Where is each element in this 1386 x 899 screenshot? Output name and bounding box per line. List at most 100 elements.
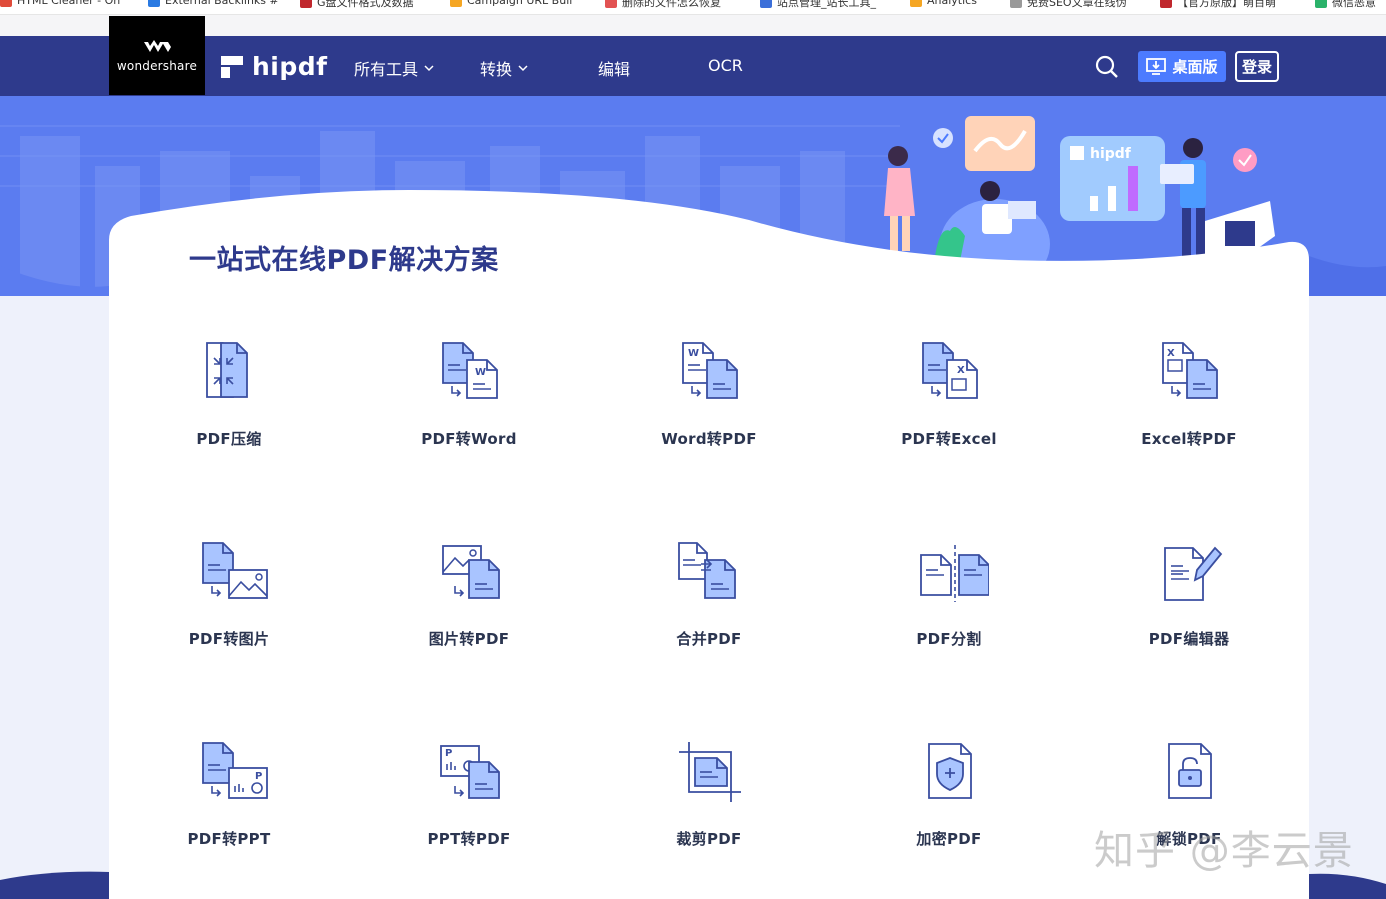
- encrypt-icon: [909, 740, 989, 810]
- tool-card[interactable]: P PDF转PPT: [109, 740, 349, 899]
- chevron-down-icon: [424, 65, 434, 72]
- nav-all-tools-label: 所有工具: [354, 60, 419, 79]
- editor-icon: [1149, 540, 1229, 610]
- nav-edit[interactable]: 编辑: [598, 56, 630, 80]
- bookmark-favicon-icon: [1160, 0, 1172, 8]
- bookmark-item[interactable]: Analytics: [910, 0, 977, 7]
- tool-label: PDF转Excel: [901, 430, 997, 448]
- bottom-wave-right: [1309, 873, 1386, 899]
- wondershare-label: wondershare: [116, 58, 198, 73]
- tool-label: 图片转PDF: [428, 630, 510, 648]
- tool-label: 加密PDF: [916, 830, 982, 848]
- bookmark-label: Campaign URL Buil: [467, 0, 573, 7]
- tool-card[interactable]: 裁剪PDF: [589, 740, 829, 899]
- merge-icon: [669, 540, 749, 610]
- tool-card[interactable]: PDF分割: [829, 540, 1069, 700]
- watermark: 知乎 @李云景: [1094, 828, 1354, 874]
- bookmark-label: Analytics: [927, 0, 977, 7]
- tool-label: PDF转Word: [421, 430, 517, 448]
- nav-convert[interactable]: 转换: [480, 56, 528, 80]
- wondershare-logo[interactable]: wondershare: [109, 16, 205, 95]
- svg-text:P: P: [445, 748, 452, 759]
- download-desktop-icon: [1146, 57, 1167, 75]
- bookmark-item[interactable]: Campaign URL Buil: [450, 0, 572, 7]
- bookmark-item[interactable]: 免费SEO文章在线伪: [1010, 0, 1127, 10]
- nav-edit-label: 编辑: [598, 60, 631, 79]
- wondershare-icon: [144, 39, 171, 52]
- bookmark-label: G盘文件格式及数据: [317, 0, 414, 9]
- split-icon: [909, 540, 990, 610]
- bookmark-label: 删除的文件怎么恢复: [622, 0, 721, 9]
- svg-text:X: X: [1167, 348, 1175, 359]
- crop-icon: [669, 740, 749, 810]
- bookmark-item[interactable]: 站点管理_站长工具_: [760, 0, 876, 10]
- hipdf-mark-icon: [221, 55, 243, 78]
- tool-label: PDF转PPT: [187, 830, 271, 848]
- bookmarks-bar: HTML Cleaner - On External Backlinks # G盘文…: [0, 0, 1386, 15]
- tool-card[interactable]: P PPT转PDF: [349, 740, 589, 899]
- tool-card[interactable]: 图片转PDF: [349, 540, 589, 700]
- bookmark-favicon-icon: [148, 0, 160, 7]
- bookmark-favicon-icon: [450, 0, 462, 7]
- bookmark-item[interactable]: 删除的文件怎么恢复: [605, 0, 721, 10]
- tool-label: PDF编辑器: [1148, 630, 1230, 648]
- tool-card[interactable]: X PDF转Excel: [829, 340, 1069, 500]
- nav-all-tools[interactable]: 所有工具: [354, 56, 434, 80]
- desktop-button[interactable]: 桌面版: [1138, 51, 1226, 82]
- tool-card[interactable]: PDF转图片: [109, 540, 349, 700]
- excel-to-pdf-icon: X: [1149, 340, 1229, 410]
- tool-label: Excel转PDF: [1141, 430, 1237, 448]
- tool-card[interactable]: W PDF转Word: [349, 340, 589, 500]
- unlock-icon: [1149, 740, 1229, 810]
- bookmark-item[interactable]: G盘文件格式及数据: [300, 0, 414, 10]
- tool-card[interactable]: 合并PDF: [589, 540, 829, 700]
- bookmark-item[interactable]: 微信恶意: [1315, 0, 1376, 10]
- bookmark-label: External Backlinks #: [165, 0, 279, 7]
- tools-card: 一站式在线PDF解决方案 PDF压缩 W PDF转Word W Word转PDF X PDF…: [109, 180, 1309, 899]
- bookmark-label: 微信恶意: [1332, 0, 1376, 9]
- bookmark-favicon-icon: [1010, 0, 1022, 8]
- ppt-to-pdf-icon: P: [429, 740, 509, 810]
- tool-card[interactable]: 加密PDF: [829, 740, 1069, 899]
- nav-ocr[interactable]: OCR: [708, 56, 743, 75]
- bookmark-label: 【官方原版】萌百萌: [1177, 0, 1276, 9]
- bookmark-favicon-icon: [1315, 0, 1327, 8]
- nav-ocr-label: OCR: [708, 56, 743, 75]
- bookmark-favicon-icon: [910, 0, 922, 7]
- hipdf-logo[interactable]: hipdf: [220, 52, 328, 81]
- bottom-wave-left: [0, 871, 109, 899]
- svg-text:W: W: [475, 367, 486, 378]
- login-button[interactable]: 登录: [1235, 51, 1279, 82]
- image-to-pdf-icon: [429, 540, 509, 610]
- pdf-to-ppt-icon: P: [189, 740, 269, 810]
- pdf-to-excel-icon: X: [909, 340, 989, 410]
- tool-card[interactable]: PDF编辑器: [1069, 540, 1309, 700]
- hipdf-label: hipdf: [252, 52, 328, 81]
- tool-card[interactable]: W Word转PDF: [589, 340, 829, 500]
- pdf-to-image-icon: [189, 540, 269, 610]
- tool-label: PDF压缩: [196, 430, 262, 448]
- bookmark-favicon-icon: [300, 0, 312, 8]
- compress-icon: [189, 340, 269, 410]
- search-icon[interactable]: [1094, 54, 1120, 80]
- bookmark-favicon-icon: [760, 0, 772, 8]
- svg-text:X: X: [957, 365, 965, 376]
- bookmark-label: 免费SEO文章在线伪: [1027, 0, 1127, 9]
- tool-label: PPT转PDF: [427, 830, 511, 848]
- bookmark-favicon-icon: [605, 0, 617, 8]
- svg-text:W: W: [688, 348, 699, 359]
- nav-convert-label: 转换: [480, 60, 513, 79]
- tool-label: PDF分割: [916, 630, 982, 648]
- bookmark-item[interactable]: External Backlinks #: [148, 0, 279, 7]
- bookmark-item[interactable]: 【官方原版】萌百萌: [1160, 0, 1276, 10]
- bookmark-item[interactable]: HTML Cleaner - On: [0, 0, 120, 7]
- tool-card[interactable]: PDF压缩: [109, 340, 349, 500]
- tool-label: 裁剪PDF: [676, 830, 742, 848]
- tool-label: PDF转图片: [188, 630, 270, 648]
- pdf-to-word-icon: W: [429, 340, 509, 410]
- tool-card[interactable]: X Excel转PDF: [1069, 340, 1309, 500]
- svg-text:P: P: [255, 771, 262, 782]
- hero-banner: hipdf 一站式在线PDF解决方案 PDF压缩 W PDF转Word W Word转P…: [0, 96, 1386, 899]
- login-label: 登录: [1241, 58, 1272, 76]
- desktop-label: 桌面版: [1172, 58, 1218, 76]
